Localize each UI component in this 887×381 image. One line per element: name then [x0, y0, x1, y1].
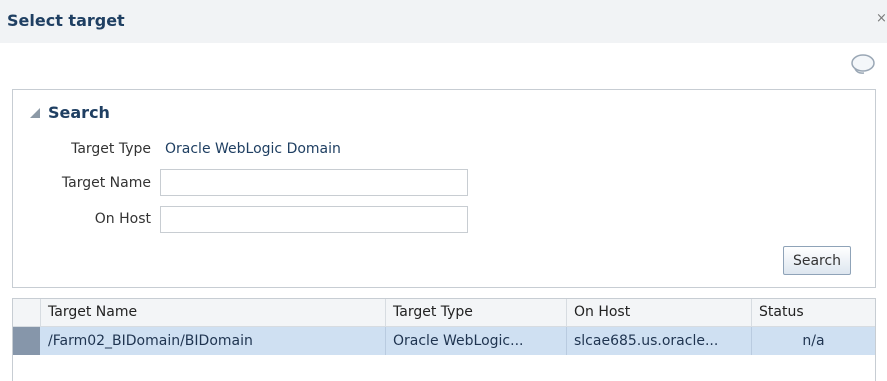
column-header-target-name[interactable]: Target Name	[41, 299, 386, 326]
dialog-titlebar: Select target ×	[0, 0, 887, 43]
triangle-collapse-icon[interactable]	[29, 107, 41, 119]
search-title: Search	[48, 103, 110, 122]
dialog-title: Select target	[7, 11, 125, 30]
results-table: Target Name Target Type On Host Status /…	[12, 298, 876, 381]
table-row[interactable]: /Farm02_BIDomain/BIDomain Oracle WebLogi…	[13, 327, 875, 355]
close-icon[interactable]: ×	[876, 11, 887, 26]
on-host-field[interactable]	[160, 206, 468, 233]
target-type-value: Oracle WebLogic Domain	[165, 141, 341, 157]
table-header: Target Name Target Type On Host Status	[13, 299, 875, 327]
cell-target-name: /Farm02_BIDomain/BIDomain	[41, 327, 386, 355]
search-button[interactable]: Search	[783, 246, 851, 275]
column-header-status[interactable]: Status	[752, 299, 875, 326]
column-header-target-type[interactable]: Target Type	[386, 299, 567, 326]
target-name-field[interactable]	[160, 169, 468, 196]
target-name-label: Target Name	[13, 175, 151, 191]
target-type-label: Target Type	[13, 141, 151, 157]
search-header[interactable]: Search	[29, 103, 110, 122]
cell-status: n/a	[752, 327, 875, 355]
column-header-on-host[interactable]: On Host	[567, 299, 752, 326]
on-host-label: On Host	[13, 211, 151, 227]
search-panel: Search Target Type Oracle WebLogic Domai…	[12, 89, 876, 288]
header-selector-cell	[13, 299, 41, 326]
row-selector[interactable]	[13, 327, 40, 355]
cell-target-type: Oracle WebLogic...	[386, 327, 567, 355]
cell-on-host: slcae685.us.oracle...	[567, 327, 752, 355]
chat-bubble-icon[interactable]	[850, 52, 876, 78]
